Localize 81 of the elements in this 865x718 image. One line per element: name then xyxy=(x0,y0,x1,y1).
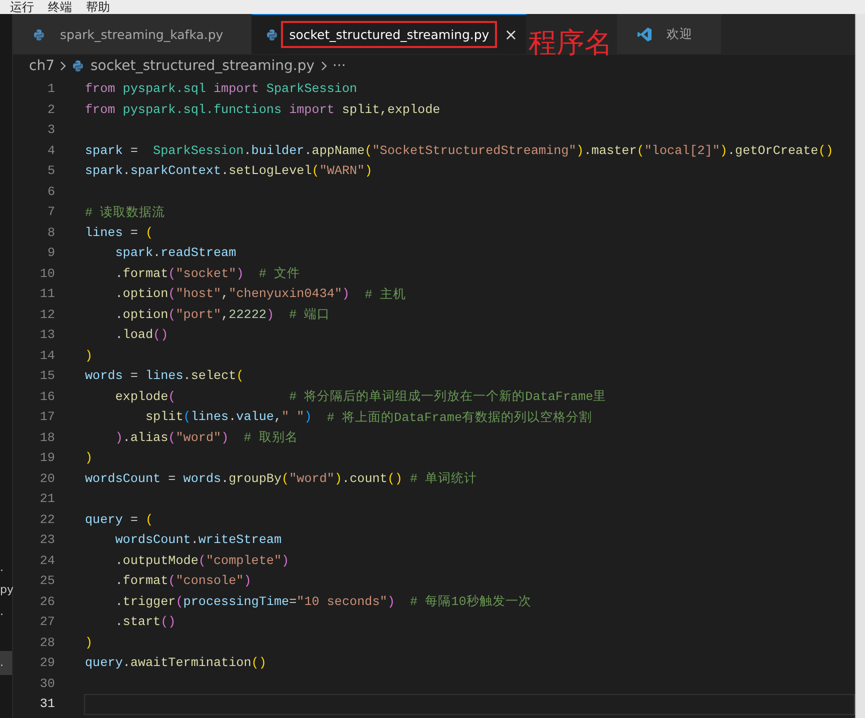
line-number: 15 xyxy=(38,369,55,384)
menu-item[interactable]: 终端 xyxy=(48,0,72,14)
line-number: 20 xyxy=(38,472,55,486)
line-number: 18 xyxy=(38,430,55,445)
code-line: query = ( xyxy=(84,512,154,529)
line-number: 13 xyxy=(38,328,55,342)
code-line: wordsCount.writeStream xyxy=(114,532,283,550)
code-line: .outputMode("complete") xyxy=(114,552,290,570)
code-line: ).alias("word") # 取别名 xyxy=(114,430,299,448)
code-line: spark.readStream xyxy=(114,245,238,262)
tab-label: spark_streaming_kafka.py xyxy=(59,26,224,44)
close-icon[interactable]: × xyxy=(504,26,518,42)
code-line: .load() xyxy=(114,327,170,344)
chevron-right-icon xyxy=(320,61,327,71)
line-number: 16 xyxy=(38,390,55,404)
code-line: .option("host","chenyuxin0434") # 主机 xyxy=(114,286,407,304)
editor-tab[interactable]: socket_structured_streaming.py × xyxy=(252,14,527,54)
line-number: 14 xyxy=(38,348,55,363)
code-line: ) xyxy=(84,348,94,365)
code-editor-logo-icon xyxy=(636,27,652,42)
breadcrumb-file[interactable]: socket_structured_streaming.py xyxy=(90,58,315,74)
line-number: 1 xyxy=(46,82,55,96)
code-line: explode( # 将分隔后的单词组成一列放在一个新的DataFrame里 xyxy=(114,388,608,406)
tab-label: 欢迎 xyxy=(666,25,694,43)
code-line: from pyspark.sql import SparkSession xyxy=(84,81,358,98)
line-number: 28 xyxy=(38,636,55,650)
code-line: # 读取数据流 xyxy=(84,204,166,222)
line-number: 2 xyxy=(46,102,55,117)
line-number: 12 xyxy=(38,308,55,322)
python-file-icon xyxy=(33,28,45,40)
menu-item[interactable]: 运行 xyxy=(10,0,34,14)
line-number: 27 xyxy=(38,615,55,630)
code-line: split(lines.value," ") # 将上面的DataFrame有数据的列以空格分割 xyxy=(144,409,594,427)
tab-label: socket_structured_streaming.py xyxy=(281,21,498,48)
line-number: 11 xyxy=(38,287,55,302)
line-number: 4 xyxy=(46,144,55,158)
code-line: query.awaitTermination() xyxy=(84,655,268,672)
code-line: .start() xyxy=(114,614,177,632)
line-number: 31 xyxy=(38,697,55,712)
line-number: 23 xyxy=(38,533,55,548)
code-line: lines = ( xyxy=(84,224,154,242)
line-number: 8 xyxy=(46,226,55,240)
menu-item[interactable]: 帮助 xyxy=(86,0,110,14)
code-line: .format("socket") # 文件 xyxy=(114,266,301,284)
line-number: 21 xyxy=(38,492,55,506)
line-number: 29 xyxy=(38,656,55,670)
annotation-label: 程序名 xyxy=(528,26,613,60)
line-number: 26 xyxy=(38,594,55,609)
code-line: .option("port",22222) # 端口 xyxy=(114,306,332,324)
line-number: 25 xyxy=(38,574,55,588)
line-number: 19 xyxy=(38,451,55,466)
breadcrumb-more[interactable]: ··· xyxy=(332,58,346,74)
editor-tab[interactable]: 欢迎 xyxy=(616,14,722,54)
code-line: .format("console") xyxy=(114,573,252,590)
line-number: 17 xyxy=(38,410,55,424)
code-line: spark.sparkContext.setLogLevel("WARN") xyxy=(84,163,374,180)
code-line: from pyspark.sql.functions import split,explode xyxy=(84,102,442,119)
line-number: 22 xyxy=(38,512,55,527)
side-item[interactable]: . xyxy=(0,559,12,577)
line-number: 30 xyxy=(38,676,55,691)
code-line: ) xyxy=(84,634,94,652)
code-line: wordsCount = words.groupBy("word").count() # 单词统计 xyxy=(84,470,478,488)
line-number: 5 xyxy=(46,164,55,178)
line-number: 24 xyxy=(38,554,55,568)
breadcrumb-folder[interactable]: ch7 xyxy=(29,58,54,74)
side-item[interactable]: py xyxy=(0,581,12,599)
side-item[interactable]: . xyxy=(0,651,12,675)
code-line: spark = SparkSession.builder.appName("SocketStructuredStreaming").master("local[2]").getOrCreate() xyxy=(84,142,834,160)
editor-tab[interactable]: spark_streaming_kafka.py xyxy=(13,14,252,54)
line-number: 7 xyxy=(46,205,55,220)
code-line: words = lines.select( xyxy=(84,368,245,386)
line-number: 6 xyxy=(46,184,55,199)
line-number: 3 xyxy=(46,123,55,138)
line-number: 9 xyxy=(46,246,55,260)
code-line: ) xyxy=(84,450,94,468)
side-item[interactable]: . xyxy=(0,603,12,621)
code-line: .trigger(processingTime="10 seconds") # 每隔10秒触发一次 xyxy=(114,594,532,612)
line-number: 10 xyxy=(38,266,55,281)
chevron-right-icon xyxy=(60,61,66,71)
python-file-icon xyxy=(72,60,84,72)
python-file-icon xyxy=(266,28,278,40)
